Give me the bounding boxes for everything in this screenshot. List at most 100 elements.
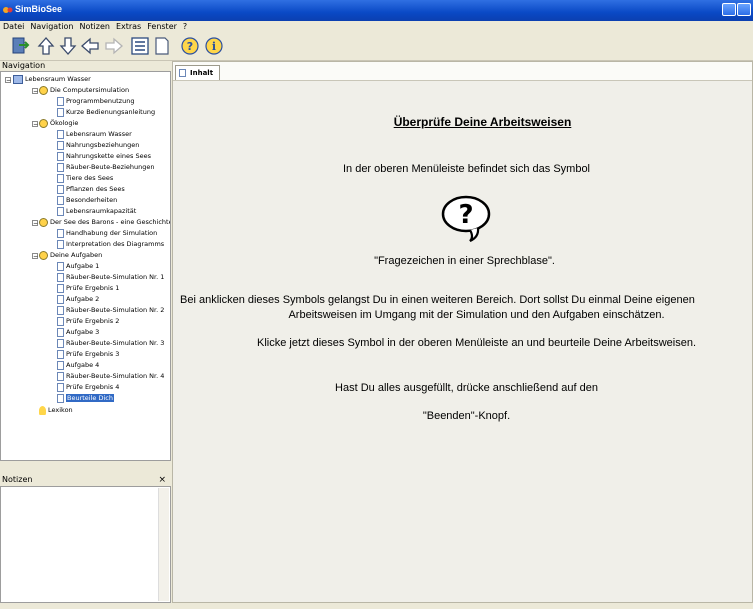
arrow-left-icon[interactable] xyxy=(80,36,100,56)
maximize-button[interactable] xyxy=(737,3,751,16)
tree-item-page[interactable]: Programmbenutzung xyxy=(57,96,134,107)
tree-item-page[interactable]: Interpretation des Diagramms xyxy=(57,239,164,250)
content-line: Bei anklicken dieses Symbols gelangst Du… xyxy=(180,294,695,306)
tree-item-root[interactable]: Lebensraum Wasser xyxy=(13,74,91,85)
list-icon[interactable] xyxy=(130,36,150,56)
tree-item-page[interactable]: Prüfe Ergebnis 2 xyxy=(57,316,119,327)
page-icon xyxy=(57,129,64,139)
chapter-icon xyxy=(39,250,48,260)
page-icon xyxy=(57,140,64,150)
page-icon xyxy=(57,294,64,304)
menu-extras[interactable]: Extras xyxy=(113,21,144,33)
page-icon xyxy=(57,338,64,348)
menu-fenster[interactable]: Fenster xyxy=(144,21,180,33)
notes-header: Notizen × xyxy=(0,475,172,485)
window-title: SimBioSee xyxy=(15,4,63,14)
tree-item-chapter[interactable]: Die Computersimulation xyxy=(39,85,129,96)
page-icon xyxy=(57,360,64,370)
tree-item-page[interactable]: Tiere des Sees xyxy=(57,173,113,184)
menu-navigation[interactable]: Navigation xyxy=(27,21,76,33)
collapse-toggle[interactable]: − xyxy=(32,88,38,95)
tree-item-page[interactable]: Aufgabe 1 xyxy=(57,261,99,272)
page-icon xyxy=(57,184,64,194)
page-icon xyxy=(57,162,64,172)
tree-item-page[interactable]: Nahrungsbeziehungen xyxy=(57,140,139,151)
tree-item-page[interactable]: Besonderheiten xyxy=(57,195,117,206)
page-title: Überprüfe Deine Arbeitsweisen xyxy=(393,115,572,129)
tree-item-page[interactable]: Aufgabe 4 xyxy=(57,360,99,371)
svg-text:i: i xyxy=(212,40,216,53)
collapse-toggle[interactable]: − xyxy=(5,77,11,84)
content-line: "Beenden"-Knopf. xyxy=(422,410,511,422)
tree-item-page[interactable]: Prüfe Ergebnis 4 xyxy=(57,382,119,393)
help-bubble-icon[interactable]: ? xyxy=(180,36,200,56)
lightbulb-icon xyxy=(39,405,46,415)
minimize-button[interactable] xyxy=(722,3,736,16)
page-icon xyxy=(57,151,64,161)
page-icon xyxy=(179,69,186,77)
status-bar xyxy=(0,603,753,609)
menu-bar: Datei Navigation Notizen Extras Fenster? xyxy=(0,21,753,33)
tree-item-page[interactable]: Prüfe Ergebnis 1 xyxy=(57,283,119,294)
navigation-tree: − Lebensraum Wasser − Die Computersimula… xyxy=(0,71,171,461)
content-line: Klicke jetzt dieses Symbol in der oberen… xyxy=(256,337,697,349)
tree-item-chapter[interactable]: Ökologie xyxy=(39,118,78,129)
page-icon xyxy=(57,272,64,282)
tree-item-page[interactable]: Räuber-Beute-Simulation Nr. 4 xyxy=(57,371,164,382)
exit-icon[interactable] xyxy=(10,36,30,56)
info-icon[interactable]: i xyxy=(204,36,224,56)
book-icon xyxy=(13,74,23,84)
menu-help[interactable]: ? xyxy=(180,21,190,33)
tree-item-chapter[interactable]: Der See des Barons - eine Geschichte xyxy=(39,217,170,228)
tree-item-page[interactable]: Pflanzen des Sees xyxy=(57,184,125,195)
tree-item-page[interactable]: Kurze Bedienungsanleitung xyxy=(57,107,155,118)
menu-datei[interactable]: Datei xyxy=(0,21,27,33)
app-icon xyxy=(3,7,13,13)
tree-item-page[interactable]: Lebensraum Wasser xyxy=(57,129,132,140)
notes-scrollbar[interactable] xyxy=(158,488,169,601)
tree-item-lexikon[interactable]: Lexikon xyxy=(39,405,73,416)
chapter-icon xyxy=(39,217,48,227)
tree-item-page[interactable]: Aufgabe 3 xyxy=(57,327,99,338)
content-panel: Inhalt Überprüfe Deine Arbeitsweisen In … xyxy=(172,61,753,603)
close-icon[interactable]: × xyxy=(158,475,166,485)
content-line: Hast Du alles ausgefüllt, drücke anschli… xyxy=(335,382,598,394)
tree-item-page-selected[interactable]: Beurteile Dich xyxy=(57,393,114,404)
tree-item-page[interactable]: Lebensraumkapazität xyxy=(57,206,136,217)
page-icon xyxy=(57,371,64,381)
tab-bar: Inhalt xyxy=(173,62,752,81)
tree-item-chapter[interactable]: Deine Aufgaben xyxy=(39,250,102,261)
content-line: Arbeitsweisen im Umgang mit der Simulati… xyxy=(288,309,665,321)
tree-item-page[interactable]: Räuber-Beute-Simulation Nr. 3 xyxy=(57,338,164,349)
tree-item-page[interactable]: Nahrungskette eines Sees xyxy=(57,151,151,162)
tree-item-page[interactable]: Handhabung der Simulation xyxy=(57,228,157,239)
page-icon xyxy=(57,228,64,238)
tree-item-page[interactable]: Räuber-Beute-Simulation Nr. 2 xyxy=(57,305,164,316)
arrow-down-icon[interactable] xyxy=(58,36,78,56)
content-line: In der oberen Menüleiste befindet sich d… xyxy=(342,163,591,175)
tree-item-page[interactable]: Aufgabe 2 xyxy=(57,294,99,305)
tree-item-page[interactable]: Räuber-Beute-Beziehungen xyxy=(57,162,155,173)
page-icon xyxy=(57,305,64,315)
notes-textarea[interactable] xyxy=(0,486,171,603)
tree-item-page[interactable]: Prüfe Ergebnis 3 xyxy=(57,349,119,360)
page-icon xyxy=(57,107,64,117)
collapse-toggle[interactable]: − xyxy=(32,220,38,227)
page-icon xyxy=(57,316,64,326)
page-icon xyxy=(57,239,64,249)
page-icon xyxy=(57,261,64,271)
tree-item-page[interactable]: Räuber-Beute-Simulation Nr. 1 xyxy=(57,272,164,283)
page-icon xyxy=(57,283,64,293)
question-glyph: ? xyxy=(458,200,473,230)
content-body: Überprüfe Deine Arbeitsweisen In der obe… xyxy=(173,81,752,602)
tab-inhalt[interactable]: Inhalt xyxy=(175,65,221,80)
page-icon xyxy=(57,327,64,337)
page-icon xyxy=(57,393,64,403)
collapse-toggle[interactable]: − xyxy=(32,253,38,260)
arrow-up-icon[interactable] xyxy=(36,36,56,56)
menu-notizen[interactable]: Notizen xyxy=(77,21,113,33)
page-icon[interactable] xyxy=(152,36,172,56)
collapse-toggle[interactable]: − xyxy=(32,121,38,128)
page-icon xyxy=(57,195,64,205)
arrow-right-icon[interactable] xyxy=(104,36,124,56)
